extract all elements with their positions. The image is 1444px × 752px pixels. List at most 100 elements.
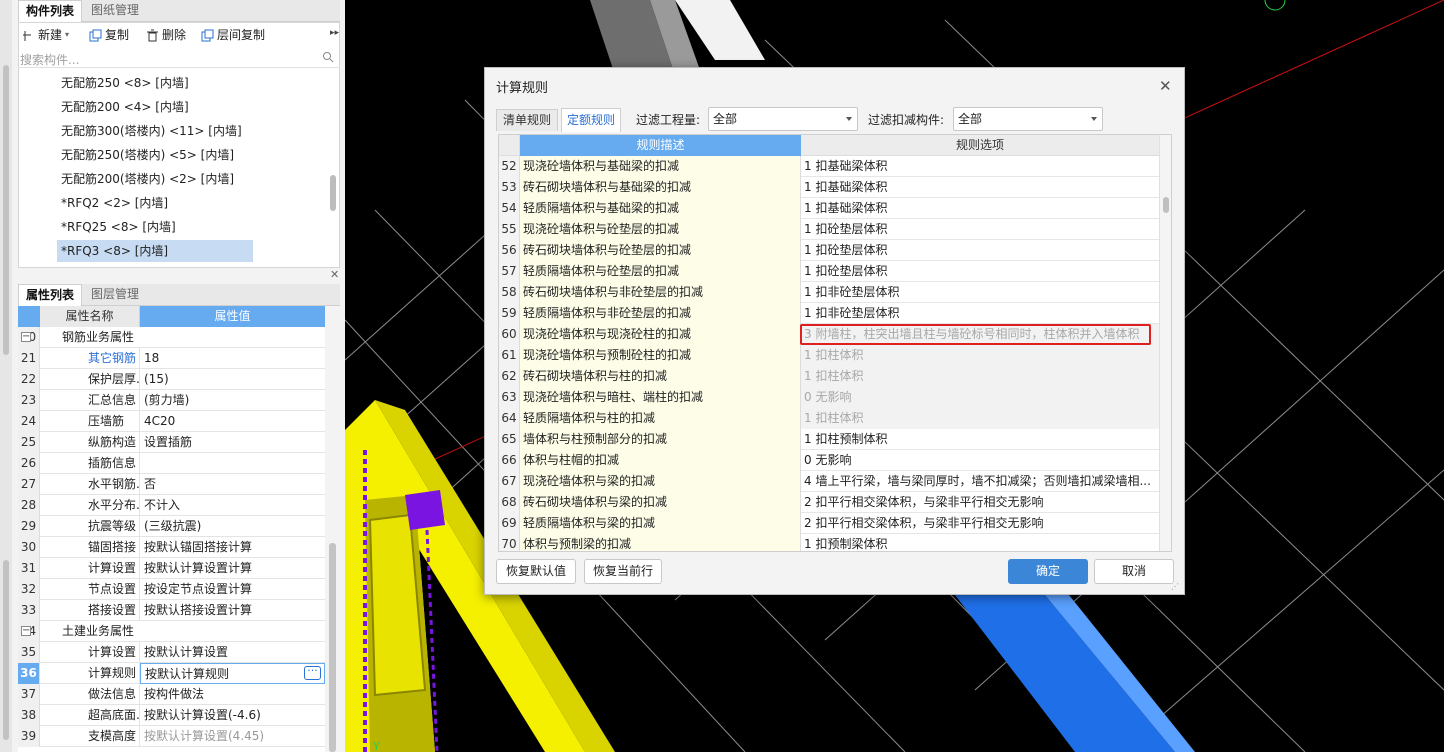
property-value[interactable]: 18	[140, 348, 325, 369]
tab-property-list[interactable]: 属性列表	[18, 284, 83, 306]
property-value[interactable]: 不计入	[140, 495, 325, 516]
left-gutter-scrollbar-2[interactable]	[3, 560, 9, 740]
property-value[interactable]: 否	[140, 474, 325, 495]
table-row[interactable]: 60 现浇砼墙体积与现浇砼柱的扣减 3 附墙柱，柱突出墙且柱与墙砼标号相同时，柱体积…	[499, 324, 1159, 345]
list-item-selected[interactable]: *RFQ3 <8> [内墙]	[57, 240, 253, 262]
rule-option[interactable]: 1 扣非砼垫层体积	[801, 282, 1159, 303]
toolbar-more-icon[interactable]: ▸▸	[330, 28, 339, 38]
table-row[interactable]: 70 体积与预制梁的扣减 1 扣预制梁体积	[499, 534, 1159, 551]
view-cube-icon[interactable]	[1264, 0, 1286, 11]
property-row[interactable]: 25 纵筋构造 设置插筋	[18, 432, 325, 453]
table-row[interactable]: 61 现浇砼墙体积与预制砼柱的扣减 1 扣柱体积	[499, 345, 1159, 366]
restore-row-button[interactable]: 恢复当前行	[584, 559, 662, 584]
table-row[interactable]: 59 轻质隔墙体积与非砼垫层的扣减 1 扣非砼垫层体积	[499, 303, 1159, 324]
list-item[interactable]: 无配筋200(塔楼内) <2> [内墙]	[57, 168, 238, 190]
list-item[interactable]: *RFQ25 <8> [内墙]	[57, 216, 180, 238]
search-icon[interactable]	[322, 51, 334, 66]
table-row[interactable]: 53 砖石砌块墙体积与基础梁的扣减 1 扣基础梁体积	[499, 177, 1159, 198]
table-row[interactable]: 63 现浇砼墙体积与暗柱、端柱的扣减 0 无影响	[499, 387, 1159, 408]
rule-option[interactable]: 1 扣基础梁体积	[801, 177, 1159, 198]
rule-option[interactable]: 1 扣基础梁体积	[801, 156, 1159, 177]
rule-option[interactable]: 2 扣平行相交梁体积，与梁非平行相交无影响	[801, 513, 1159, 534]
property-row[interactable]: 35 计算设置 按默认计算设置	[18, 642, 325, 663]
rule-option[interactable]: 4 墙上平行梁，墙与梁同厚时，墙不扣减梁；否则墙扣减梁墙相...	[801, 471, 1159, 492]
cancel-button[interactable]: 取消	[1094, 559, 1174, 584]
table-row[interactable]: 69 轻质隔墙体积与梁的扣减 2 扣平行相交梁体积，与梁非平行相交无影响	[499, 513, 1159, 534]
component-search-input[interactable]: 搜索构件...	[20, 51, 79, 68]
rule-option[interactable]: 0 无影响	[801, 387, 1159, 408]
property-row[interactable]: 30 锚固搭接 按默认锚固搭接计算	[18, 537, 325, 558]
property-value[interactable]: 按默认搭接设置计算	[140, 600, 325, 621]
property-row[interactable]: 33 搭接设置 按默认搭接设置计算	[18, 600, 325, 621]
property-row[interactable]: 20−钢筋业务属性	[18, 327, 325, 348]
copy-button[interactable]: 复制	[89, 26, 129, 44]
table-row[interactable]: 66 体积与柱帽的扣减 0 无影响	[499, 450, 1159, 471]
new-dropdown-arrow-icon[interactable]: ▾	[65, 26, 69, 44]
property-row[interactable]: 21 其它钢筋 18	[18, 348, 325, 369]
property-row[interactable]: 34−土建业务属性	[18, 621, 325, 642]
rule-grid-scrollbar-thumb[interactable]	[1163, 197, 1169, 213]
rule-option[interactable]: 1 扣柱体积	[801, 366, 1159, 387]
tab-component-list[interactable]: 构件列表	[18, 0, 83, 22]
property-row[interactable]: 24 压墙筋 4C20	[18, 411, 325, 432]
table-row[interactable]: 65 墙体积与柱预制部分的扣减 1 扣柱预制体积	[499, 429, 1159, 450]
rule-option[interactable]: 1 扣柱预制体积	[801, 429, 1159, 450]
table-row[interactable]: 62 砖石砌块墙体积与柱的扣减 1 扣柱体积	[499, 366, 1159, 387]
table-row[interactable]: 68 砖石砌块墙体积与梁的扣减 2 扣平行相交梁体积，与梁非平行相交无影响	[499, 492, 1159, 513]
component-search-box[interactable]: 搜索构件...	[18, 48, 340, 68]
ok-button[interactable]: 确定	[1008, 559, 1088, 584]
rule-option[interactable]: 0 无影响	[801, 450, 1159, 471]
property-value[interactable]: 按设定节点设置计算	[140, 579, 325, 600]
property-row[interactable]: 23 汇总信息 (剪力墙)	[18, 390, 325, 411]
list-item[interactable]: 无配筋300(塔楼内) <11> [内墙]	[57, 120, 246, 142]
ellipsis-button[interactable]: ···	[304, 665, 321, 680]
table-row[interactable]: 64 轻质隔墙体积与柱的扣减 1 扣柱体积	[499, 408, 1159, 429]
property-row[interactable]: 27水平钢筋...否	[18, 474, 325, 495]
property-value[interactable]: 按默认计算设置	[140, 642, 325, 663]
property-row[interactable]: 32 节点设置 按设定节点设置计算	[18, 579, 325, 600]
new-button[interactable]: 新建 ▾	[22, 26, 69, 44]
property-row[interactable]: 28水平分布...不计入	[18, 495, 325, 516]
property-value[interactable]: (剪力墙)	[140, 390, 325, 411]
tab-layer-manage[interactable]: 图层管理	[84, 284, 146, 306]
list-item[interactable]: 无配筋250 <8> [内墙]	[57, 72, 193, 94]
rule-option[interactable]: 1 扣砼垫层体积	[801, 240, 1159, 261]
property-row[interactable]: 29 抗震等级 (三级抗震)	[18, 516, 325, 537]
table-row[interactable]: 57 轻质隔墙体积与砼垫层的扣减 1 扣砼垫层体积	[499, 261, 1159, 282]
tab-drawing-manage[interactable]: 图纸管理	[84, 0, 146, 22]
tab-quota-rule[interactable]: 定额规则	[561, 108, 622, 132]
property-value[interactable]: 按默认计算设置计算	[140, 558, 325, 579]
dialog-close-icon[interactable]: ✕	[1159, 77, 1172, 95]
table-row[interactable]: 54 轻质隔墙体积与基础梁的扣减 1 扣基础梁体积	[499, 198, 1159, 219]
property-value[interactable]: (三级抗震)	[140, 516, 325, 537]
table-row[interactable]: 58 砖石砌块墙体积与非砼垫层的扣减 1 扣非砼垫层体积	[499, 282, 1159, 303]
property-value[interactable]: 按默认计算设置(-4.6)	[140, 705, 325, 726]
delete-button[interactable]: 删除	[146, 26, 186, 44]
property-value[interactable]: 按默认锚固搭接计算	[140, 537, 325, 558]
property-row[interactable]: 36 计算规则 按默认计算规则 ···	[18, 663, 325, 684]
floor-copy-button[interactable]: 层间复制	[201, 26, 265, 44]
rule-option[interactable]: 1 扣砼垫层体积	[801, 261, 1159, 282]
collapse-icon[interactable]: −	[21, 626, 31, 636]
filter-deduct-select[interactable]: 全部	[953, 107, 1103, 131]
rule-option[interactable]: 3 附墙柱，柱突出墙且柱与墙砼标号相同时，柱体积并入墙体积	[801, 324, 1159, 345]
property-row[interactable]: 31 计算设置 按默认计算设置计算	[18, 558, 325, 579]
resize-grip-icon[interactable]: ⋰	[1171, 582, 1179, 591]
property-grid-scrollbar[interactable]	[329, 543, 336, 752]
list-item[interactable]: 无配筋250(塔楼内) <5> [内墙]	[57, 144, 238, 166]
close-icon[interactable]: ✕	[330, 268, 339, 281]
tab-bill-rule[interactable]: 清单规则	[496, 109, 559, 131]
property-row[interactable]: 26 插筋信息	[18, 453, 325, 474]
table-row[interactable]: 67 现浇砼墙体积与梁的扣减 4 墙上平行梁，墙与梁同厚时，墙不扣减梁；否则墙扣减梁…	[499, 471, 1159, 492]
left-gutter-scrollbar[interactable]	[3, 65, 9, 355]
property-value[interactable]: 按默认计算设置(4.45)	[140, 726, 325, 747]
property-value[interactable]: 按构件做法	[140, 684, 325, 705]
rule-grid-scrollbar-track[interactable]	[1159, 135, 1171, 551]
rule-option[interactable]: 1 扣非砼垫层体积	[801, 303, 1159, 324]
property-value[interactable]	[140, 453, 325, 474]
component-list-scrollbar[interactable]	[330, 175, 336, 211]
property-value[interactable]: 按默认计算规则	[140, 663, 325, 684]
rule-option[interactable]: 1 扣柱体积	[801, 345, 1159, 366]
list-item[interactable]: *RFQ2 <2> [内墙]	[57, 192, 172, 214]
restore-default-button[interactable]: 恢复默认值	[496, 559, 576, 584]
